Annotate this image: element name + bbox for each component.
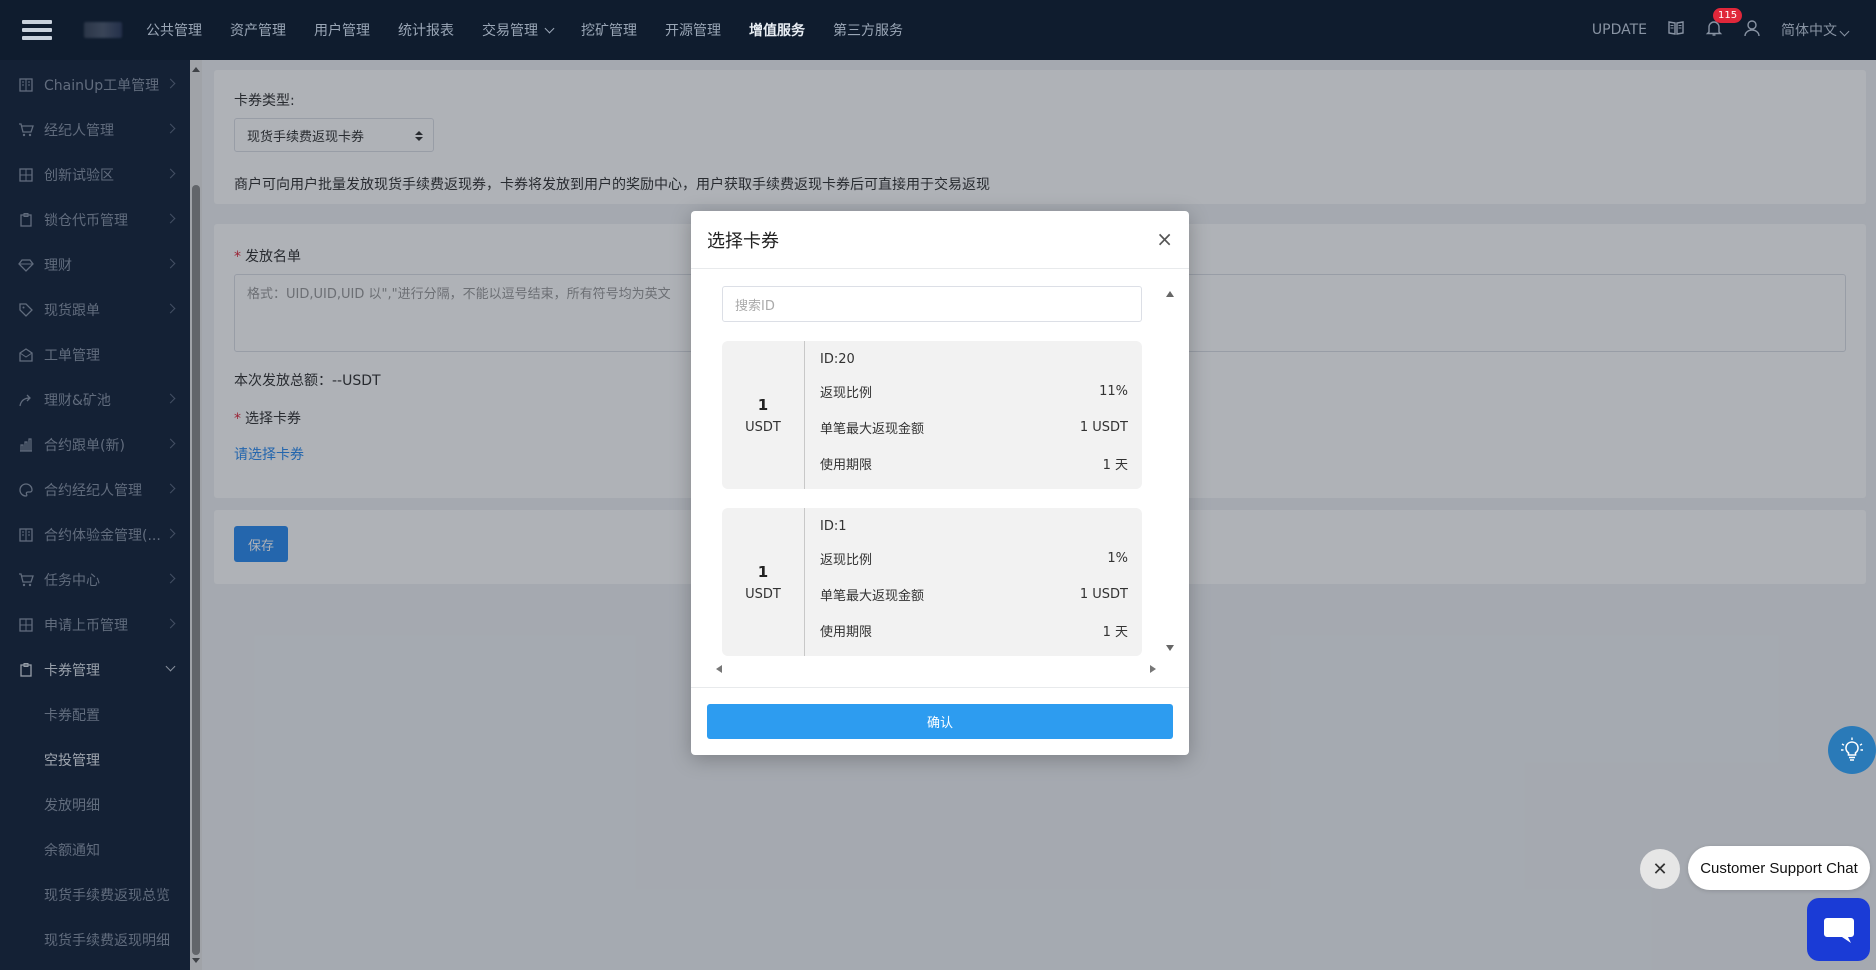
chat-close-button[interactable]: ✕ (1640, 849, 1680, 889)
coupon-details: ID:1 返现比例 1% 单笔最大返现金额 1 USDT 使用期限 1 天 (820, 508, 1128, 656)
chat-icon (1823, 917, 1854, 943)
scroll-right-arrow[interactable] (1150, 665, 1156, 673)
coupon-amount-block: 1 USDT (722, 508, 805, 656)
modal-vertical-scrollbar[interactable] (1164, 287, 1176, 651)
coupon-amount-block: 1 USDT (722, 341, 805, 489)
coupon-id-row: ID:1 (820, 518, 847, 534)
coupon-unit: USDT (745, 419, 781, 435)
modal-header: 选择卡券 × (691, 211, 1189, 269)
coupon-details: ID:20 返现比例 11% 单笔最大返现金额 1 USDT 使用期限 1 天 (820, 341, 1128, 489)
coupon-amount: 1 (757, 562, 769, 581)
coupon-period-row: 使用期限 1 天 (820, 624, 1128, 640)
scroll-up-arrow[interactable] (1166, 291, 1174, 297)
search-id-input[interactable]: 搜索ID (722, 286, 1142, 322)
chevron-down-icon (544, 23, 555, 33)
nav-item-trading[interactable]: 交易管理 (468, 20, 567, 40)
coupon-unit: USDT (745, 586, 781, 602)
modal-footer: 确认 (691, 687, 1189, 755)
coupon-card[interactable]: 1 USDT ID:20 返现比例 11% 单笔最大返现金额 1 USDT 使用期限… (722, 341, 1142, 489)
menu-toggle-icon[interactable] (22, 20, 52, 40)
language-select[interactable]: 简体中文 (1781, 20, 1850, 40)
chat-launcher-button[interactable] (1807, 898, 1870, 961)
modal-title: 选择卡券 (707, 230, 779, 252)
modal-horizontal-scrollbar[interactable] (716, 663, 1156, 675)
top-nav: 公共管理 资产管理 用户管理 统计报表 交易管理 挖矿管理 开源管理 增值服务 … (132, 20, 917, 40)
notification-badge: 115 (1713, 8, 1743, 23)
coupon-rate-row: 返现比例 1% (820, 550, 1128, 568)
select-coupon-modal: 选择卡券 × 搜索ID 1 USDT ID:20 返现比例 11% 单笔最大返现金… (691, 211, 1189, 755)
book-icon[interactable] (1667, 19, 1685, 41)
scroll-down-arrow[interactable] (1166, 645, 1174, 651)
notification-bell[interactable]: 115 (1705, 8, 1743, 41)
coupon-amount: 1 (757, 395, 769, 414)
coupon-rate-row: 返现比例 11% (820, 383, 1128, 401)
modal-body: 搜索ID 1 USDT ID:20 返现比例 11% 单笔最大返现金额 1 USDT… (691, 269, 1189, 689)
nav-item-users[interactable]: 用户管理 (300, 20, 384, 40)
confirm-button[interactable]: 确认 (707, 704, 1173, 739)
scroll-left-arrow[interactable] (716, 665, 722, 673)
nav-item-opensource[interactable]: 开源管理 (651, 20, 735, 40)
user-icon[interactable] (1743, 19, 1761, 41)
nav-item-third-party[interactable]: 第三方服务 (819, 20, 917, 40)
lightbulb-icon[interactable] (1828, 726, 1876, 774)
close-icon: ✕ (1652, 858, 1668, 880)
coupon-period-row: 使用期限 1 天 (820, 457, 1128, 473)
coupon-max-row: 单笔最大返现金额 1 USDT (820, 419, 1128, 437)
coupon-max-row: 单笔最大返现金额 1 USDT (820, 586, 1128, 604)
chevron-down-icon (1839, 26, 1850, 37)
nav-item-reports[interactable]: 统计报表 (384, 20, 468, 40)
close-icon[interactable]: × (1156, 227, 1173, 251)
coupon-id-row: ID:20 (820, 351, 855, 367)
nav-item-assets[interactable]: 资产管理 (216, 20, 300, 40)
nav-item-public[interactable]: 公共管理 (132, 20, 216, 40)
support-chat-bubble[interactable]: Customer Support Chat (1688, 846, 1870, 890)
update-link[interactable]: UPDATE (1592, 22, 1647, 38)
nav-item-value-added[interactable]: 增值服务 (735, 20, 819, 40)
top-bar: 公共管理 资产管理 用户管理 统计报表 交易管理 挖矿管理 开源管理 增值服务 … (0, 0, 1876, 60)
logo[interactable] (84, 22, 122, 38)
nav-item-mining[interactable]: 挖矿管理 (567, 20, 651, 40)
coupon-card[interactable]: 1 USDT ID:1 返现比例 1% 单笔最大返现金额 1 USDT 使用期限 1 … (722, 508, 1142, 656)
